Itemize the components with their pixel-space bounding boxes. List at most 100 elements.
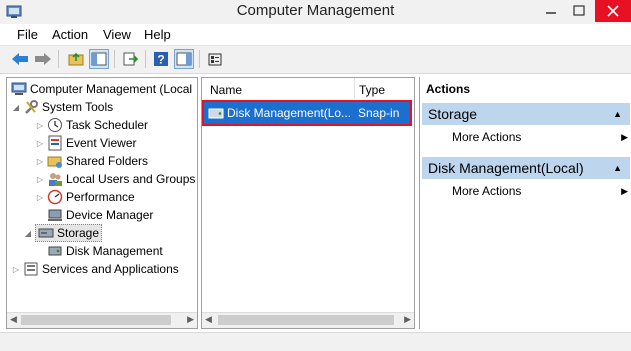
- help-button[interactable]: ?: [151, 49, 171, 69]
- menu-file[interactable]: File: [17, 27, 38, 42]
- column-header-type[interactable]: Type: [359, 83, 385, 97]
- tree-item-device-manager[interactable]: Device Manager: [47, 206, 153, 224]
- tree-item-label: Local Users and Groups: [66, 172, 196, 186]
- clock-icon: [47, 117, 63, 133]
- section-header-label: Disk Management(Local): [428, 160, 584, 176]
- tree-item-label: Shared Folders: [66, 154, 149, 168]
- show-hide-console-tree-icon: [91, 52, 107, 66]
- export-list-button[interactable]: [120, 49, 140, 69]
- forward-button[interactable]: [33, 49, 53, 69]
- tree-horizontal-scrollbar[interactable]: ◀ ▶: [7, 312, 197, 328]
- forward-arrow-icon: [35, 53, 51, 65]
- column-divider[interactable]: [354, 78, 355, 98]
- back-arrow-icon: [12, 53, 28, 65]
- expand-triangle-icon[interactable]: ▷: [35, 175, 45, 184]
- tools-icon: [23, 99, 39, 115]
- computer-management-icon: [11, 81, 27, 97]
- submenu-arrow-icon: ▶: [621, 131, 628, 142]
- status-bar: [0, 332, 631, 351]
- tree-item-task-scheduler[interactable]: ▷ Task Scheduler: [35, 116, 148, 134]
- maximize-icon: [573, 5, 585, 16]
- collapse-triangle-icon[interactable]: ◢: [23, 229, 33, 238]
- scroll-right-icon[interactable]: ▶: [404, 314, 411, 325]
- expand-triangle-icon[interactable]: ▷: [35, 139, 45, 148]
- menu-action[interactable]: Action: [52, 27, 88, 42]
- scroll-left-icon[interactable]: ◀: [205, 314, 212, 325]
- collapse-up-icon[interactable]: ▲: [613, 109, 622, 119]
- tree-item-label: Task Scheduler: [66, 118, 149, 132]
- collapse-triangle-icon[interactable]: ◢: [11, 103, 21, 112]
- actions-title: Actions: [426, 82, 471, 96]
- expand-triangle-icon[interactable]: ▷: [11, 265, 21, 274]
- action-more-actions[interactable]: More Actions ▶: [452, 128, 628, 146]
- tree-item-performance[interactable]: ▷ Performance: [35, 188, 135, 206]
- tree-item-label: Performance: [66, 190, 135, 204]
- show-hide-console-tree-button[interactable]: [89, 49, 109, 69]
- minimize-button[interactable]: [537, 0, 565, 22]
- storage-icon: [38, 225, 54, 241]
- close-icon: [607, 5, 619, 17]
- action-more-actions[interactable]: More Actions ▶: [452, 182, 628, 200]
- actions-section-disk-management[interactable]: Disk Management(Local) ▲: [422, 157, 630, 179]
- users-icon: [47, 171, 63, 187]
- menu-view[interactable]: View: [103, 27, 131, 42]
- tree-item-label: System Tools: [42, 100, 114, 114]
- scrollbar-thumb[interactable]: [21, 315, 171, 325]
- tree-item-system-tools[interactable]: ◢ System Tools: [11, 98, 113, 116]
- menu-bar: File Action View Help: [0, 24, 631, 45]
- console-tree-pane: Computer Management (Local ◢ System Tool…: [6, 77, 198, 329]
- expand-triangle-icon[interactable]: ▷: [35, 121, 45, 130]
- help-icon: ?: [154, 52, 168, 67]
- export-list-icon: [123, 52, 138, 66]
- toolbar-separator: [58, 50, 59, 68]
- list-cell-name: Disk Management(Lo...: [227, 106, 352, 120]
- submenu-arrow-icon: ▶: [621, 185, 628, 196]
- tree-item-label: Disk Management: [66, 244, 163, 258]
- menu-help[interactable]: Help: [144, 27, 171, 42]
- scroll-left-icon[interactable]: ◀: [10, 314, 17, 325]
- actions-section-storage[interactable]: Storage ▲: [422, 103, 630, 125]
- back-button[interactable]: [10, 49, 30, 69]
- up-one-level-button[interactable]: [66, 49, 86, 69]
- disk-management-icon: [208, 108, 224, 119]
- disk-icon: [47, 243, 63, 259]
- maximize-button[interactable]: [565, 0, 593, 22]
- show-hide-action-pane-button[interactable]: [174, 49, 194, 69]
- scroll-right-icon[interactable]: ▶: [187, 314, 194, 325]
- collapse-up-icon[interactable]: ▲: [613, 163, 622, 173]
- tree-item-shared-folders[interactable]: ▷ Shared Folders: [35, 152, 148, 170]
- tree-item-label: Storage: [57, 226, 100, 240]
- expand-triangle-icon[interactable]: ▷: [35, 157, 45, 166]
- properties-icon: [208, 53, 222, 66]
- tree-item-label: Device Manager: [66, 208, 154, 222]
- column-header-name[interactable]: Name: [210, 83, 242, 97]
- event-viewer-icon: [47, 135, 63, 151]
- list-horizontal-scrollbar[interactable]: ◀ ▶: [202, 312, 414, 328]
- tree-item-local-users-groups[interactable]: ▷ Local Users and Groups: [35, 170, 195, 188]
- toolbar-separator: [145, 50, 146, 68]
- show-hide-action-pane-icon: [176, 52, 192, 66]
- svg-text:?: ?: [157, 53, 164, 67]
- properties-button[interactable]: [205, 49, 225, 69]
- action-label: More Actions: [452, 184, 522, 198]
- list-row-disk-management[interactable]: Disk Management(Lo... Snap-in: [202, 100, 412, 126]
- tree-item-event-viewer[interactable]: ▷ Event Viewer: [35, 134, 136, 152]
- actions-pane: Actions Storage ▲ More Actions ▶ Disk Ma…: [419, 77, 631, 329]
- results-pane: Name Type Disk Management(Lo... Snap-in …: [201, 77, 415, 329]
- device-manager-icon: [47, 207, 63, 223]
- performance-icon: [47, 189, 63, 205]
- tree-item-services-applications[interactable]: ▷ Services and Applications: [11, 260, 179, 278]
- expand-triangle-icon[interactable]: ▷: [35, 193, 45, 202]
- tree-item-storage[interactable]: ◢ Storage: [23, 224, 103, 242]
- tree-item-disk-management[interactable]: Disk Management: [47, 242, 163, 260]
- toolbar-separator: [199, 50, 200, 68]
- tree-item-label: Event Viewer: [66, 136, 137, 150]
- tree-item-computer-management[interactable]: Computer Management (Local: [11, 80, 192, 98]
- scrollbar-thumb[interactable]: [218, 315, 394, 325]
- title-bar: Computer Management: [0, 0, 631, 24]
- close-button[interactable]: [595, 0, 631, 22]
- toolbar: ?: [0, 45, 631, 74]
- tree-item-storage-selected[interactable]: Storage: [35, 224, 103, 242]
- toolbar-separator: [114, 50, 115, 68]
- list-cell-type: Snap-in: [358, 106, 400, 120]
